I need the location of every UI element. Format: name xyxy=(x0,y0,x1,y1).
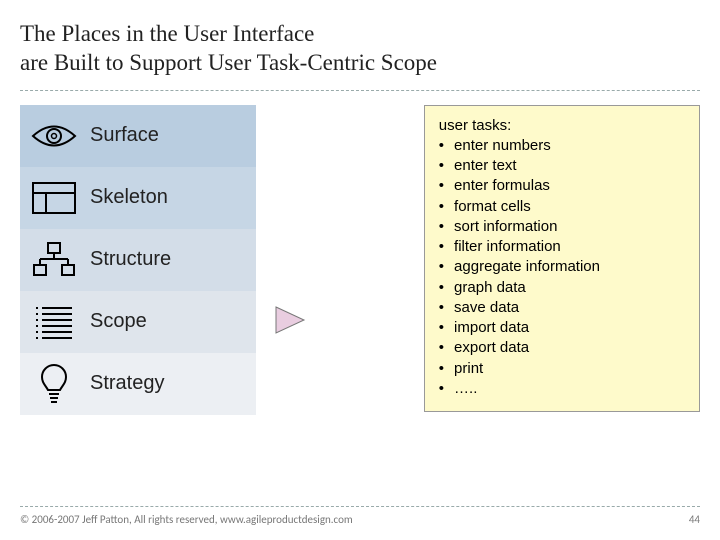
page-number: 44 xyxy=(689,513,700,526)
content-area: Surface Skeleton xyxy=(0,95,720,415)
copyright-text: © 2006-2007 Jeff Patton, All rights rese… xyxy=(20,513,353,526)
slide-title: The Places in the User Interface are Bui… xyxy=(0,0,720,86)
plane-label: Skeleton xyxy=(80,186,168,209)
wireframe-icon xyxy=(28,175,80,221)
list-item: graph data xyxy=(439,278,685,298)
list-item: enter formulas xyxy=(439,176,685,196)
tasks-heading: user tasks: xyxy=(439,116,685,136)
pointer-arrow-icon xyxy=(274,305,308,335)
list-item: export data xyxy=(439,338,685,358)
plane-label: Surface xyxy=(80,124,159,147)
eye-icon xyxy=(28,113,80,159)
plane-label: Scope xyxy=(80,310,147,333)
user-tasks-panel: user tasks: enter numbers enter text ent… xyxy=(424,105,700,413)
title-line-1: The Places in the User Interface xyxy=(20,21,314,46)
list-item: filter information xyxy=(439,237,685,257)
plane-label: Strategy xyxy=(80,372,164,395)
list-icon xyxy=(28,299,80,345)
list-item: ….. xyxy=(439,379,685,399)
lightbulb-icon xyxy=(28,361,80,407)
list-item: import data xyxy=(439,318,685,338)
list-item: print xyxy=(439,359,685,379)
divider-bottom xyxy=(20,506,700,507)
plane-structure: Structure xyxy=(20,229,256,291)
list-item: save data xyxy=(439,298,685,318)
list-item: enter numbers xyxy=(439,136,685,156)
plane-scope: Scope xyxy=(20,291,256,353)
footer: © 2006-2007 Jeff Patton, All rights rese… xyxy=(20,506,700,526)
title-line-2: are Built to Support User Task-Centric S… xyxy=(20,50,437,75)
planes-stack: Surface Skeleton xyxy=(20,105,256,415)
plane-skeleton: Skeleton xyxy=(20,167,256,229)
list-item: aggregate information xyxy=(439,257,685,277)
list-item: sort information xyxy=(439,217,685,237)
plane-surface: Surface xyxy=(20,105,256,167)
plane-strategy: Strategy xyxy=(20,353,256,415)
divider-top xyxy=(20,90,700,91)
tasks-list: enter numbers enter text enter formulas … xyxy=(439,136,685,399)
list-item: format cells xyxy=(439,197,685,217)
plane-label: Structure xyxy=(80,248,171,271)
hierarchy-icon xyxy=(28,237,80,283)
list-item: enter text xyxy=(439,156,685,176)
